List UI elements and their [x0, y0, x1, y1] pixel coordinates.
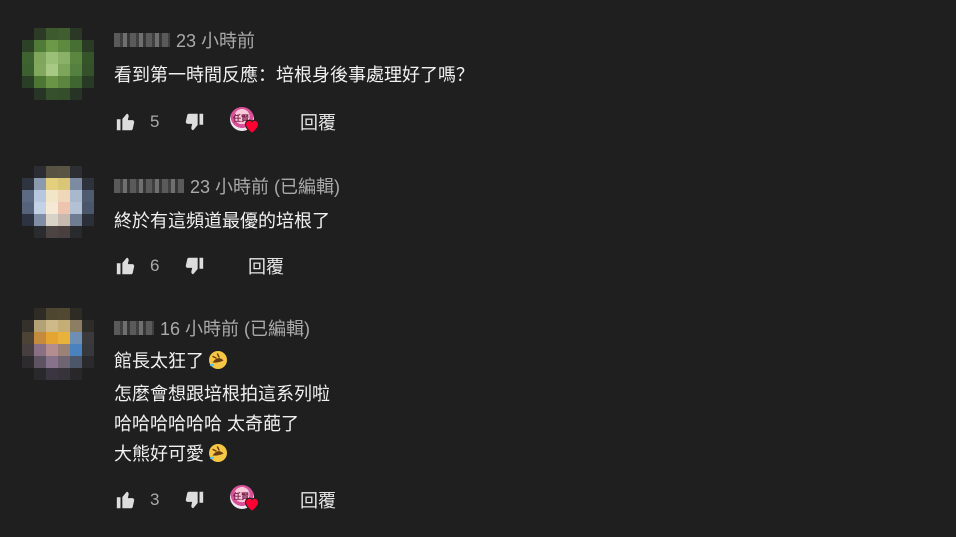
avatar[interactable]	[22, 28, 94, 100]
like-count: 5	[150, 112, 160, 131]
avatar[interactable]	[22, 166, 94, 238]
comment-actions: 3 任賢 回覆	[114, 485, 336, 515]
rolling-on-floor-laughing-emoji	[208, 442, 228, 472]
thumb-up-icon[interactable]	[114, 110, 138, 134]
thumb-up-icon[interactable]	[114, 488, 138, 512]
comment-text: 終於有這頻道最優的培根了	[114, 206, 330, 236]
comment-line: 怎麼會想跟培根拍這系列啦	[114, 384, 330, 404]
author-name[interactable]	[114, 179, 184, 193]
author-name[interactable]	[114, 321, 154, 335]
author-name[interactable]	[114, 33, 170, 47]
reply-button[interactable]: 回覆	[300, 109, 336, 135]
like-count: 3	[150, 490, 160, 509]
like-count: 6	[150, 256, 160, 275]
comment-timestamp[interactable]: 16 小時前 (已編輯)	[160, 315, 310, 341]
rolling-on-floor-laughing-emoji	[208, 349, 228, 379]
creator-heart-icon: 任賢	[230, 485, 264, 515]
creator-heart-icon: 任賢	[230, 107, 264, 137]
comments-section: 23 小時前 看到第一時間反應：培根身後事處理好了嗎？ 5 任賢 回覆 23 小…	[0, 0, 956, 537]
thumb-up-icon[interactable]	[114, 254, 138, 278]
comment-line: 哈哈哈哈哈哈 太奇葩了	[114, 414, 299, 434]
thumb-down-icon[interactable]	[182, 488, 206, 512]
avatar[interactable]	[22, 308, 94, 380]
comment-header: 23 小時前	[114, 28, 255, 52]
comment-line: 看到第一時間反應：培根身後事處理好了嗎？	[114, 65, 474, 85]
reply-button[interactable]: 回覆	[300, 487, 336, 513]
comment-text: 館長太狂了 怎麼會想跟培根拍這系列啦 哈哈哈哈哈哈 太奇葩了 大熊好可愛	[114, 346, 330, 472]
comment-line: 館長太狂了	[114, 346, 330, 379]
thumb-down-icon[interactable]	[182, 110, 206, 134]
comment-timestamp[interactable]: 23 小時前 (已編輯)	[190, 173, 340, 199]
comment-header: 23 小時前 (已編輯)	[114, 174, 340, 198]
comment-actions: 5 任賢 回覆	[114, 107, 336, 137]
comment-text: 看到第一時間反應：培根身後事處理好了嗎？	[114, 60, 474, 90]
comment-line: 終於有這頻道最優的培根了	[114, 211, 330, 231]
comment-actions: 6 回覆	[114, 252, 284, 280]
comment-timestamp[interactable]: 23 小時前	[176, 27, 255, 53]
reply-button[interactable]: 回覆	[248, 253, 284, 279]
thumb-down-icon[interactable]	[182, 254, 206, 278]
comment-line: 大熊好可愛	[114, 439, 330, 472]
comment-header: 16 小時前 (已編輯)	[114, 316, 310, 340]
